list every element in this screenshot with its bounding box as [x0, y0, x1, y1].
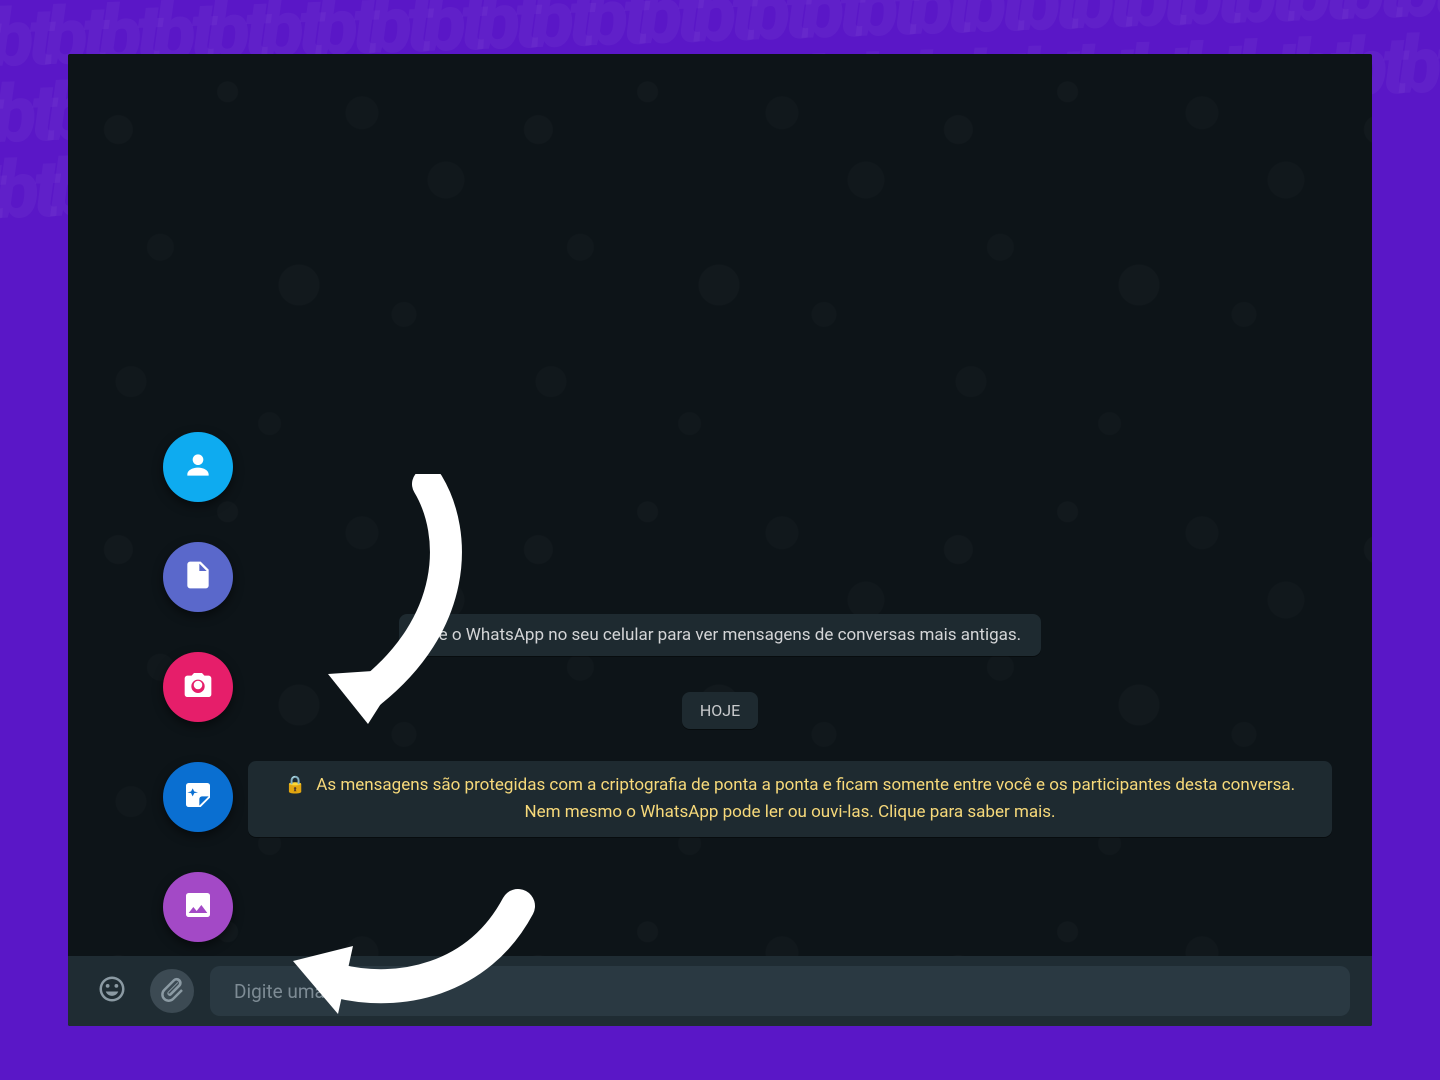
- attach-camera-button[interactable]: [163, 652, 233, 722]
- attach-gallery-button[interactable]: [163, 872, 233, 942]
- message-input[interactable]: Digite uma mensagem: [210, 966, 1350, 1016]
- attach-contact-button[interactable]: [163, 432, 233, 502]
- attach-button[interactable]: [150, 969, 194, 1013]
- chat-message-area: Use o WhatsApp no seu celular para ver m…: [68, 54, 1372, 1026]
- image-icon: [182, 889, 214, 925]
- emoji-button[interactable]: [90, 969, 134, 1013]
- encryption-notice-text: As mensagens são protegidas com a cripto…: [316, 775, 1295, 822]
- encryption-notice[interactable]: 🔒 As mensagens são protegidas com a crip…: [248, 761, 1332, 837]
- message-composer: Digite uma mensagem: [68, 956, 1372, 1026]
- attach-document-button[interactable]: [163, 542, 233, 612]
- paperclip-icon: [157, 974, 187, 1008]
- person-icon: [182, 449, 214, 485]
- history-notice-pill: Use o WhatsApp no seu celular para ver m…: [399, 614, 1041, 656]
- emoji-icon: [97, 974, 127, 1008]
- camera-icon: [182, 669, 214, 705]
- attach-sticker-button[interactable]: [163, 762, 233, 832]
- date-separator: HOJE: [682, 692, 758, 729]
- lock-icon: 🔒: [285, 775, 306, 795]
- document-icon: [182, 559, 214, 595]
- whatsapp-chat-window: Use o WhatsApp no seu celular para ver m…: [68, 54, 1372, 1026]
- attachment-menu: [163, 432, 233, 942]
- sticker-icon: [182, 779, 214, 815]
